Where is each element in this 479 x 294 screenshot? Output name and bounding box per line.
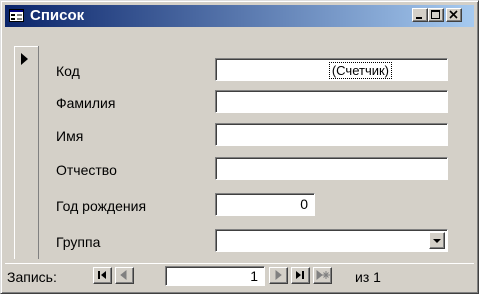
- record-total: из 1: [355, 269, 381, 285]
- last-record-button[interactable]: [291, 267, 310, 284]
- god-rozhdeniya-field[interactable]: 0: [215, 193, 315, 216]
- gruppa-dropdown-button[interactable]: [429, 232, 445, 249]
- field-label-otchestvo: Отчество: [56, 162, 117, 178]
- field-label-familiya: Фамилия: [56, 95, 116, 111]
- maximize-button[interactable]: [428, 8, 444, 22]
- maximize-icon: [431, 10, 440, 19]
- familiya-field[interactable]: [215, 90, 448, 113]
- next-record-button[interactable]: [269, 267, 288, 284]
- autonumber-placeholder: (Счетчик): [328, 62, 392, 79]
- gruppa-combobox[interactable]: [215, 229, 448, 252]
- field-label-gruppa: Группа: [56, 234, 101, 250]
- first-record-icon: [98, 271, 106, 279]
- new-record-icon: [316, 269, 330, 281]
- next-record-icon: [275, 269, 282, 281]
- form-icon[interactable]: [9, 8, 24, 23]
- record-navigation-bar: Запись: 1 из 1: [5, 263, 474, 290]
- close-button[interactable]: [446, 8, 462, 22]
- imya-field[interactable]: [215, 123, 448, 146]
- record-label: Запись:: [7, 269, 57, 285]
- record-selector[interactable]: [14, 46, 39, 259]
- kod-field[interactable]: (Счетчик): [215, 58, 448, 81]
- new-record-button[interactable]: [313, 267, 332, 284]
- previous-record-icon: [120, 269, 127, 281]
- first-record-button[interactable]: [93, 267, 112, 284]
- previous-record-button[interactable]: [115, 267, 134, 284]
- close-icon: [449, 10, 458, 19]
- last-record-icon: [296, 271, 304, 279]
- title-bar[interactable]: Список: [5, 5, 474, 27]
- record-number-input[interactable]: 1: [165, 266, 265, 286]
- otchestvo-field[interactable]: [215, 157, 448, 180]
- minimize-icon: [416, 17, 422, 19]
- chevron-down-icon: [433, 239, 441, 243]
- field-label-god-rozhdeniya: Год рождения: [56, 198, 147, 214]
- field-label-imya: Имя: [56, 128, 84, 144]
- form-window: Список Код (Счетчик) Фамилия Имя Отчеств…: [0, 0, 479, 294]
- current-record-arrow-icon: [21, 53, 28, 65]
- window-title: Список: [30, 7, 85, 24]
- minimize-button[interactable]: [412, 8, 428, 22]
- field-label-kod: Код: [56, 63, 80, 79]
